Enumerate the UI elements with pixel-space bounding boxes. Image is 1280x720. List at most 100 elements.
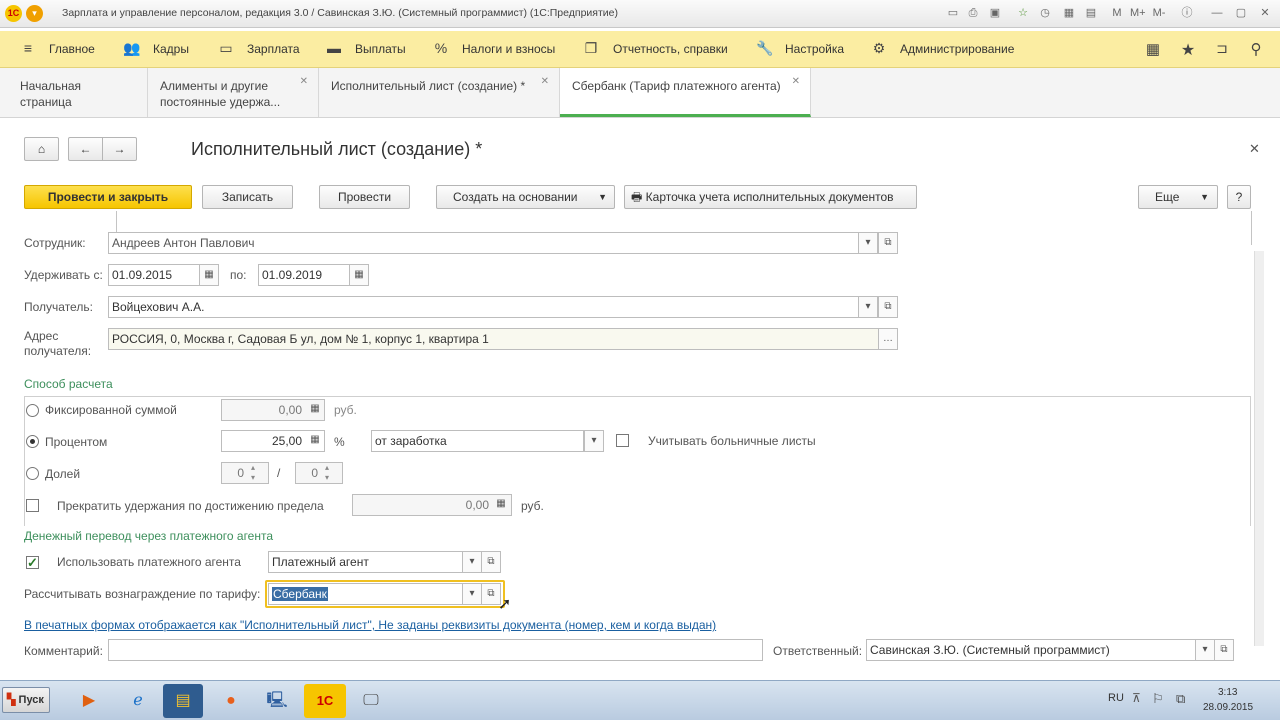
percent-radio[interactable] bbox=[26, 435, 39, 448]
calculator-icon[interactable]: ▦ bbox=[1062, 6, 1076, 20]
favorites-star-icon[interactable]: ★ bbox=[1180, 40, 1196, 60]
preview-icon[interactable]: ▣ bbox=[988, 6, 1002, 20]
save-button[interactable]: Записать bbox=[202, 185, 293, 209]
post-button[interactable]: Провести bbox=[319, 185, 410, 209]
denominator-spinner-icon[interactable]: ▴ ▾ bbox=[325, 463, 329, 483]
grid-icon[interactable]: ▦ bbox=[1145, 40, 1161, 58]
tab-home[interactable]: Начальная страница bbox=[8, 68, 148, 117]
responsible-open-button[interactable]: ⧉ bbox=[1214, 639, 1234, 661]
share-denominator-field[interactable]: 0 bbox=[295, 462, 343, 484]
tariff-field[interactable]: Сбербанк bbox=[268, 583, 463, 605]
action-center-flag-icon[interactable]: ⚐ bbox=[1152, 691, 1164, 707]
language-indicator[interactable]: RU bbox=[1108, 692, 1124, 704]
limit-checkbox[interactable] bbox=[26, 499, 39, 512]
tab-writ-create[interactable]: Исполнительный лист (создание) * ✕ bbox=[319, 68, 560, 117]
minimize-icon[interactable]: — bbox=[1210, 6, 1224, 20]
percent-base-dropdown-button[interactable]: ▾ bbox=[584, 430, 604, 452]
percent-base-select[interactable]: от заработка bbox=[371, 430, 584, 452]
agent-open-button[interactable]: ⧉ bbox=[481, 551, 501, 573]
menu-item-admin[interactable]: Администрирование bbox=[900, 42, 1014, 56]
memory-plus-icon[interactable]: M+ bbox=[1130, 6, 1146, 20]
card-register-button[interactable]: 🖶 Карточка учета исполнительных документ… bbox=[624, 185, 917, 209]
withhold-to-field[interactable]: 01.09.2019 bbox=[258, 264, 350, 286]
employee-field[interactable]: Андреев Антон Павлович bbox=[108, 232, 859, 254]
address-edit-button[interactable]: … bbox=[878, 328, 898, 350]
media-player-icon[interactable]: ▶ bbox=[71, 684, 107, 718]
percent-calculator-icon[interactable]: ▦ bbox=[305, 430, 325, 452]
help-button[interactable]: ? bbox=[1227, 185, 1251, 209]
limit-calculator-icon[interactable]: ▦ bbox=[491, 494, 511, 516]
firefox-icon[interactable]: ● bbox=[213, 684, 249, 718]
vertical-scrollbar[interactable] bbox=[1254, 251, 1264, 646]
create-based-on-button[interactable]: Создать на основании ▼ bbox=[436, 185, 615, 209]
more-button[interactable]: Еще ▼ bbox=[1138, 185, 1218, 209]
info-icon[interactable]: ⓘ bbox=[1180, 6, 1194, 20]
print-icon[interactable]: ⎙ bbox=[966, 6, 980, 20]
responsible-dropdown-button[interactable]: ▾ bbox=[1195, 639, 1215, 661]
fixed-sum-calculator-icon[interactable]: ▦ bbox=[305, 399, 325, 421]
tariff-dropdown-button[interactable]: ▾ bbox=[462, 583, 482, 605]
limit-field[interactable]: 0,00 bbox=[352, 494, 512, 516]
app-menu-icon[interactable]: ▾ bbox=[26, 5, 43, 22]
fixed-sum-radio[interactable] bbox=[26, 404, 39, 417]
sick-leave-checkbox[interactable] bbox=[616, 434, 629, 447]
print-forms-link[interactable]: В печатных формах отображается как "Испо… bbox=[24, 618, 716, 632]
recipient-open-button[interactable]: ⧉ bbox=[878, 296, 898, 318]
memory-m-icon[interactable]: M bbox=[1110, 6, 1124, 20]
share-numerator-field[interactable]: 0 bbox=[221, 462, 269, 484]
address-field[interactable]: РОССИЯ, 0, Москва г, Садовая Б ул, дом №… bbox=[108, 328, 879, 350]
history-icon[interactable]: ⊐ bbox=[1214, 40, 1230, 57]
employee-dropdown-button[interactable]: ▾ bbox=[858, 232, 878, 254]
menu-item-salary[interactable]: Зарплата bbox=[247, 42, 300, 56]
back-button[interactable]: ← bbox=[68, 137, 103, 161]
app-logo-icon[interactable]: 1С bbox=[5, 5, 22, 22]
agent-field[interactable]: Платежный агент bbox=[268, 551, 463, 573]
favorite-star-icon[interactable]: ☆ bbox=[1016, 6, 1030, 20]
search-icon[interactable]: ⚲ bbox=[1248, 40, 1264, 58]
employee-open-button[interactable]: ⧉ bbox=[878, 232, 898, 254]
post-and-close-button[interactable]: Провести и закрыть bbox=[24, 185, 192, 209]
1c-enterprise-icon[interactable]: 1С bbox=[304, 684, 346, 718]
file-explorer-icon[interactable]: ▤ bbox=[163, 684, 203, 718]
maximize-icon[interactable]: ▢ bbox=[1234, 6, 1248, 20]
dropdown-arrow-icon: ▾ bbox=[865, 237, 871, 248]
close-form-icon[interactable]: ✕ bbox=[1249, 141, 1260, 157]
internet-explorer-icon[interactable]: ℯ bbox=[120, 684, 156, 718]
clock-date[interactable]: 28.09.2015 bbox=[1203, 702, 1253, 713]
use-agent-checkbox[interactable]: ✓ bbox=[26, 556, 39, 569]
agent-dropdown-button[interactable]: ▾ bbox=[462, 551, 482, 573]
network-computer-icon[interactable]: 🖳 bbox=[259, 684, 295, 718]
network-icon[interactable]: ⧉ bbox=[1176, 691, 1185, 707]
close-tab-icon[interactable]: ✕ bbox=[300, 74, 308, 90]
menu-item-reports[interactable]: Отчетность, справки bbox=[613, 42, 728, 56]
home-button[interactable]: ⌂ bbox=[24, 137, 59, 161]
memory-minus-icon[interactable]: M- bbox=[1152, 6, 1166, 20]
save-icon[interactable]: ▭ bbox=[946, 6, 960, 20]
start-button[interactable]: ▚ Пуск bbox=[2, 687, 50, 713]
tab-sberbank-tariff[interactable]: Сбербанк (Тариф платежного агента) ✕ bbox=[560, 68, 811, 117]
menu-item-payments[interactable]: Выплаты bbox=[355, 42, 406, 56]
close-tab-icon[interactable]: ✕ bbox=[541, 74, 549, 90]
responsible-field[interactable]: Савинская З.Ю. (Системный программист) bbox=[866, 639, 1196, 661]
from-calendar-button[interactable]: ▦ bbox=[199, 264, 219, 286]
close-window-icon[interactable]: ✕ bbox=[1258, 6, 1272, 20]
calendar-icon[interactable]: ▤ bbox=[1084, 6, 1098, 20]
menu-item-taxes[interactable]: Налоги и взносы bbox=[462, 42, 555, 56]
recipient-field[interactable]: Войцехович А.А. bbox=[108, 296, 859, 318]
clock-time[interactable]: 3:13 bbox=[1218, 687, 1237, 698]
recipient-dropdown-button[interactable]: ▾ bbox=[858, 296, 878, 318]
to-calendar-button[interactable]: ▦ bbox=[349, 264, 369, 286]
withhold-from-field[interactable]: 01.09.2015 bbox=[108, 264, 200, 286]
close-tab-icon[interactable]: ✕ bbox=[792, 74, 800, 90]
comment-field[interactable] bbox=[108, 639, 763, 661]
history-icon[interactable]: ◷ bbox=[1038, 6, 1052, 20]
menu-item-settings[interactable]: Настройка bbox=[785, 42, 844, 56]
menu-item-hr[interactable]: Кадры bbox=[153, 42, 189, 56]
share-radio[interactable] bbox=[26, 467, 39, 480]
tray-arrow-icon[interactable]: ⊼ bbox=[1132, 691, 1141, 705]
menu-item-main[interactable]: Главное bbox=[49, 42, 95, 56]
numerator-spinner-icon[interactable]: ▴ ▾ bbox=[251, 463, 255, 483]
forward-button[interactable]: → bbox=[102, 137, 137, 161]
remote-desktop-icon[interactable]: 🖵 bbox=[353, 684, 389, 718]
tab-alimony[interactable]: Алименты и другие постоянные удержа... ✕ bbox=[148, 68, 319, 117]
